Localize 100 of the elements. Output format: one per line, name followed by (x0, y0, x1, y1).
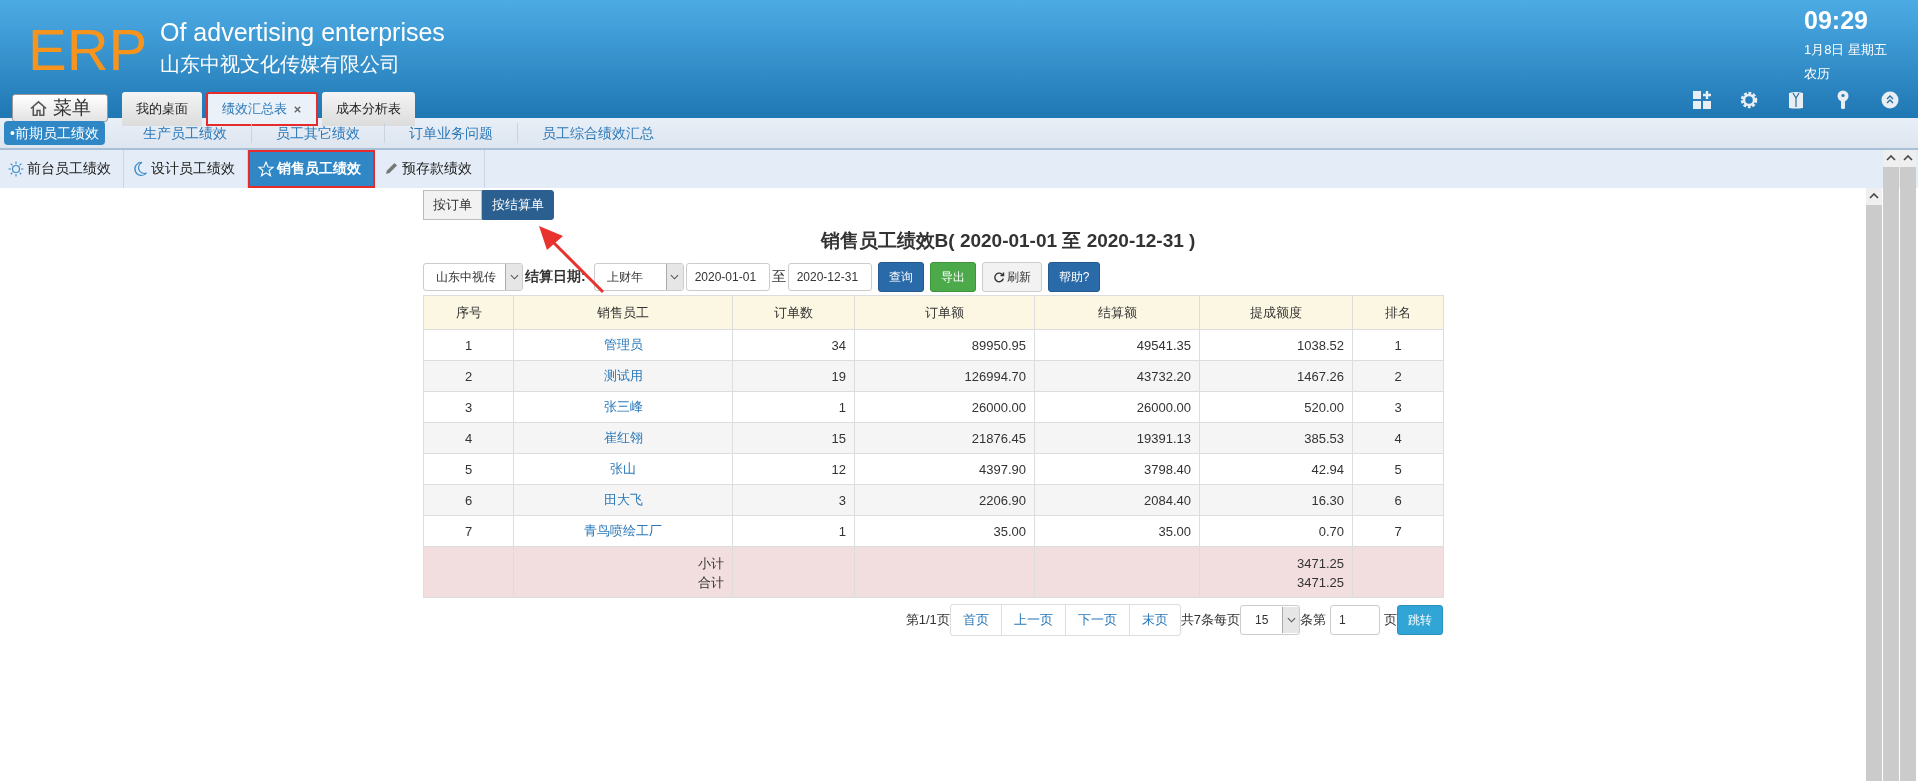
subnav-item[interactable]: 生产员工绩效 (118, 123, 252, 143)
pagination-link[interactable]: 首页 (950, 605, 1002, 635)
caret-icon (1286, 617, 1296, 623)
settings-icon[interactable] (1739, 90, 1759, 110)
table-cell: 16.30 (1311, 492, 1344, 508)
action-button[interactable]: 导出 (929, 262, 976, 292)
employee-link[interactable]: 张三峰 (603, 399, 643, 414)
table-cell: 1 (1394, 337, 1402, 353)
employee-link[interactable]: 青鸟喷绘工厂 (584, 523, 662, 538)
employee-link[interactable]: 张山 (610, 461, 636, 476)
table-cell: 5 (1394, 461, 1402, 477)
table-cell: 2206.90 (979, 492, 1026, 508)
clock-date: 1月8日 星期五 (1804, 41, 1889, 59)
end-date-field[interactable]: 2020-12-31 (787, 263, 872, 291)
start-date-field[interactable]: 2020-01-01 (685, 263, 770, 291)
column-header: 提成额度 (1199, 295, 1353, 330)
scrollbar[interactable] (1866, 188, 1882, 781)
category-tab[interactable]: 前台员工绩效 (0, 150, 124, 188)
subnav-item[interactable]: 订单业务问题 (384, 123, 518, 143)
table-cell: 7 (464, 523, 473, 539)
table-cell: 4397.90 (979, 461, 1026, 477)
table-cell: 2 (1394, 368, 1402, 384)
table-cell: 4 (464, 430, 473, 446)
employee-link[interactable]: 管理员 (603, 337, 643, 352)
table-cell: 35.00 (993, 523, 1026, 539)
column-header: 结算额 (1034, 295, 1200, 330)
table-cell: 43732.20 (1136, 368, 1191, 384)
caret-icon (509, 274, 519, 280)
shirt-icon[interactable] (1786, 90, 1806, 110)
collapse-icon[interactable] (1880, 90, 1900, 110)
add-widget-icon[interactable] (1692, 90, 1712, 110)
goto-label: 条第 (1300, 611, 1326, 629)
table-cell: 26000.00 (1136, 399, 1191, 415)
total-value: 3471.25 (1296, 555, 1344, 573)
table-cell: 89950.95 (971, 337, 1026, 353)
page-size-select[interactable]: 15 (1240, 605, 1300, 635)
scrollbar[interactable] (1900, 150, 1916, 781)
table-cell: 2084.40 (1144, 492, 1191, 508)
table-cell: 26000.00 (971, 399, 1026, 415)
column-header: 订单额 (854, 295, 1035, 330)
star-icon (258, 161, 274, 177)
table-cell: 2 (464, 368, 473, 384)
tab[interactable]: 我的桌面 (122, 92, 202, 126)
table-cell: 385.53 (1304, 430, 1344, 446)
scroll-up-icon[interactable] (1869, 193, 1879, 199)
table-cell: 1 (838, 399, 846, 415)
pagination-link[interactable]: 下一页 (1065, 605, 1130, 635)
subnav-item[interactable]: 员工综合绩效汇总 (517, 123, 678, 143)
company-select[interactable]: 山东中视传 (423, 263, 523, 291)
table-cell: 0.70 (1318, 523, 1344, 539)
mode-button[interactable]: 按订单 (423, 190, 482, 220)
table-cell: 126994.70 (964, 368, 1026, 384)
page-info: 第1/1页 (905, 611, 950, 629)
tab[interactable]: 绩效汇总表 (206, 92, 318, 126)
employee-link[interactable]: 田大飞 (603, 492, 643, 507)
page-suffix: 页 (1384, 611, 1397, 629)
table-cell: 42.94 (1311, 461, 1344, 477)
table-cell: 19 (831, 368, 846, 384)
subnav-item[interactable]: •前期员工绩效 (4, 121, 105, 145)
logo-text: ERP (28, 16, 149, 84)
action-button[interactable]: 帮助? (1047, 262, 1101, 292)
lunar-label: 农历 (1804, 65, 1831, 83)
clock-time: 09:29 (1804, 6, 1869, 35)
sun-icon (8, 161, 24, 177)
pencil-icon (383, 161, 399, 177)
action-button[interactable]: 刷新 (981, 262, 1042, 292)
report-title: 销售员工绩效B( 2020-01-01 至 2020-12-31 ) (819, 229, 1197, 253)
period-select[interactable]: 上财年 (593, 263, 684, 291)
table-cell: 520.00 (1304, 399, 1344, 415)
employee-link[interactable]: 测试用 (603, 368, 643, 383)
table-cell: 35.00 (1158, 523, 1191, 539)
table-cell: 3 (464, 399, 473, 415)
goto-button[interactable]: 跳转 (1397, 605, 1443, 635)
caret-icon (670, 274, 680, 280)
category-tab[interactable]: 预存款绩效 (375, 150, 485, 188)
table-cell: 6 (1394, 492, 1402, 508)
page-number-field[interactable]: 1 (1330, 605, 1380, 635)
column-header: 销售员工 (513, 295, 733, 330)
action-button[interactable]: 查询 (877, 262, 924, 292)
tab[interactable]: 成本分析表 (322, 92, 415, 126)
table-cell: 6 (464, 492, 473, 508)
table-cell: 49541.35 (1136, 337, 1191, 353)
table-cell: 1 (464, 337, 473, 353)
menu-button[interactable]: 菜单 (12, 94, 108, 122)
column-header: 订单数 (732, 295, 855, 330)
category-tab[interactable]: 销售员工绩效 (248, 150, 375, 188)
pagination-link[interactable]: 上一页 (1001, 605, 1066, 635)
column-header: 排名 (1352, 295, 1444, 330)
table-cell: 7 (1394, 523, 1402, 539)
table-cell: 34 (831, 337, 846, 353)
close-icon[interactable] (293, 104, 302, 114)
employee-link[interactable]: 崔红翎 (603, 430, 643, 445)
column-header: 序号 (423, 295, 514, 330)
table-cell: 5 (464, 461, 473, 477)
table-cell: 1 (838, 523, 846, 539)
subnav-item[interactable]: 员工其它绩效 (251, 123, 385, 143)
table-cell: 1467.26 (1297, 368, 1344, 384)
scrollbar[interactable] (1883, 150, 1899, 781)
pagination-link[interactable]: 末页 (1129, 605, 1180, 635)
mode-button[interactable]: 按结算单 (482, 190, 554, 220)
